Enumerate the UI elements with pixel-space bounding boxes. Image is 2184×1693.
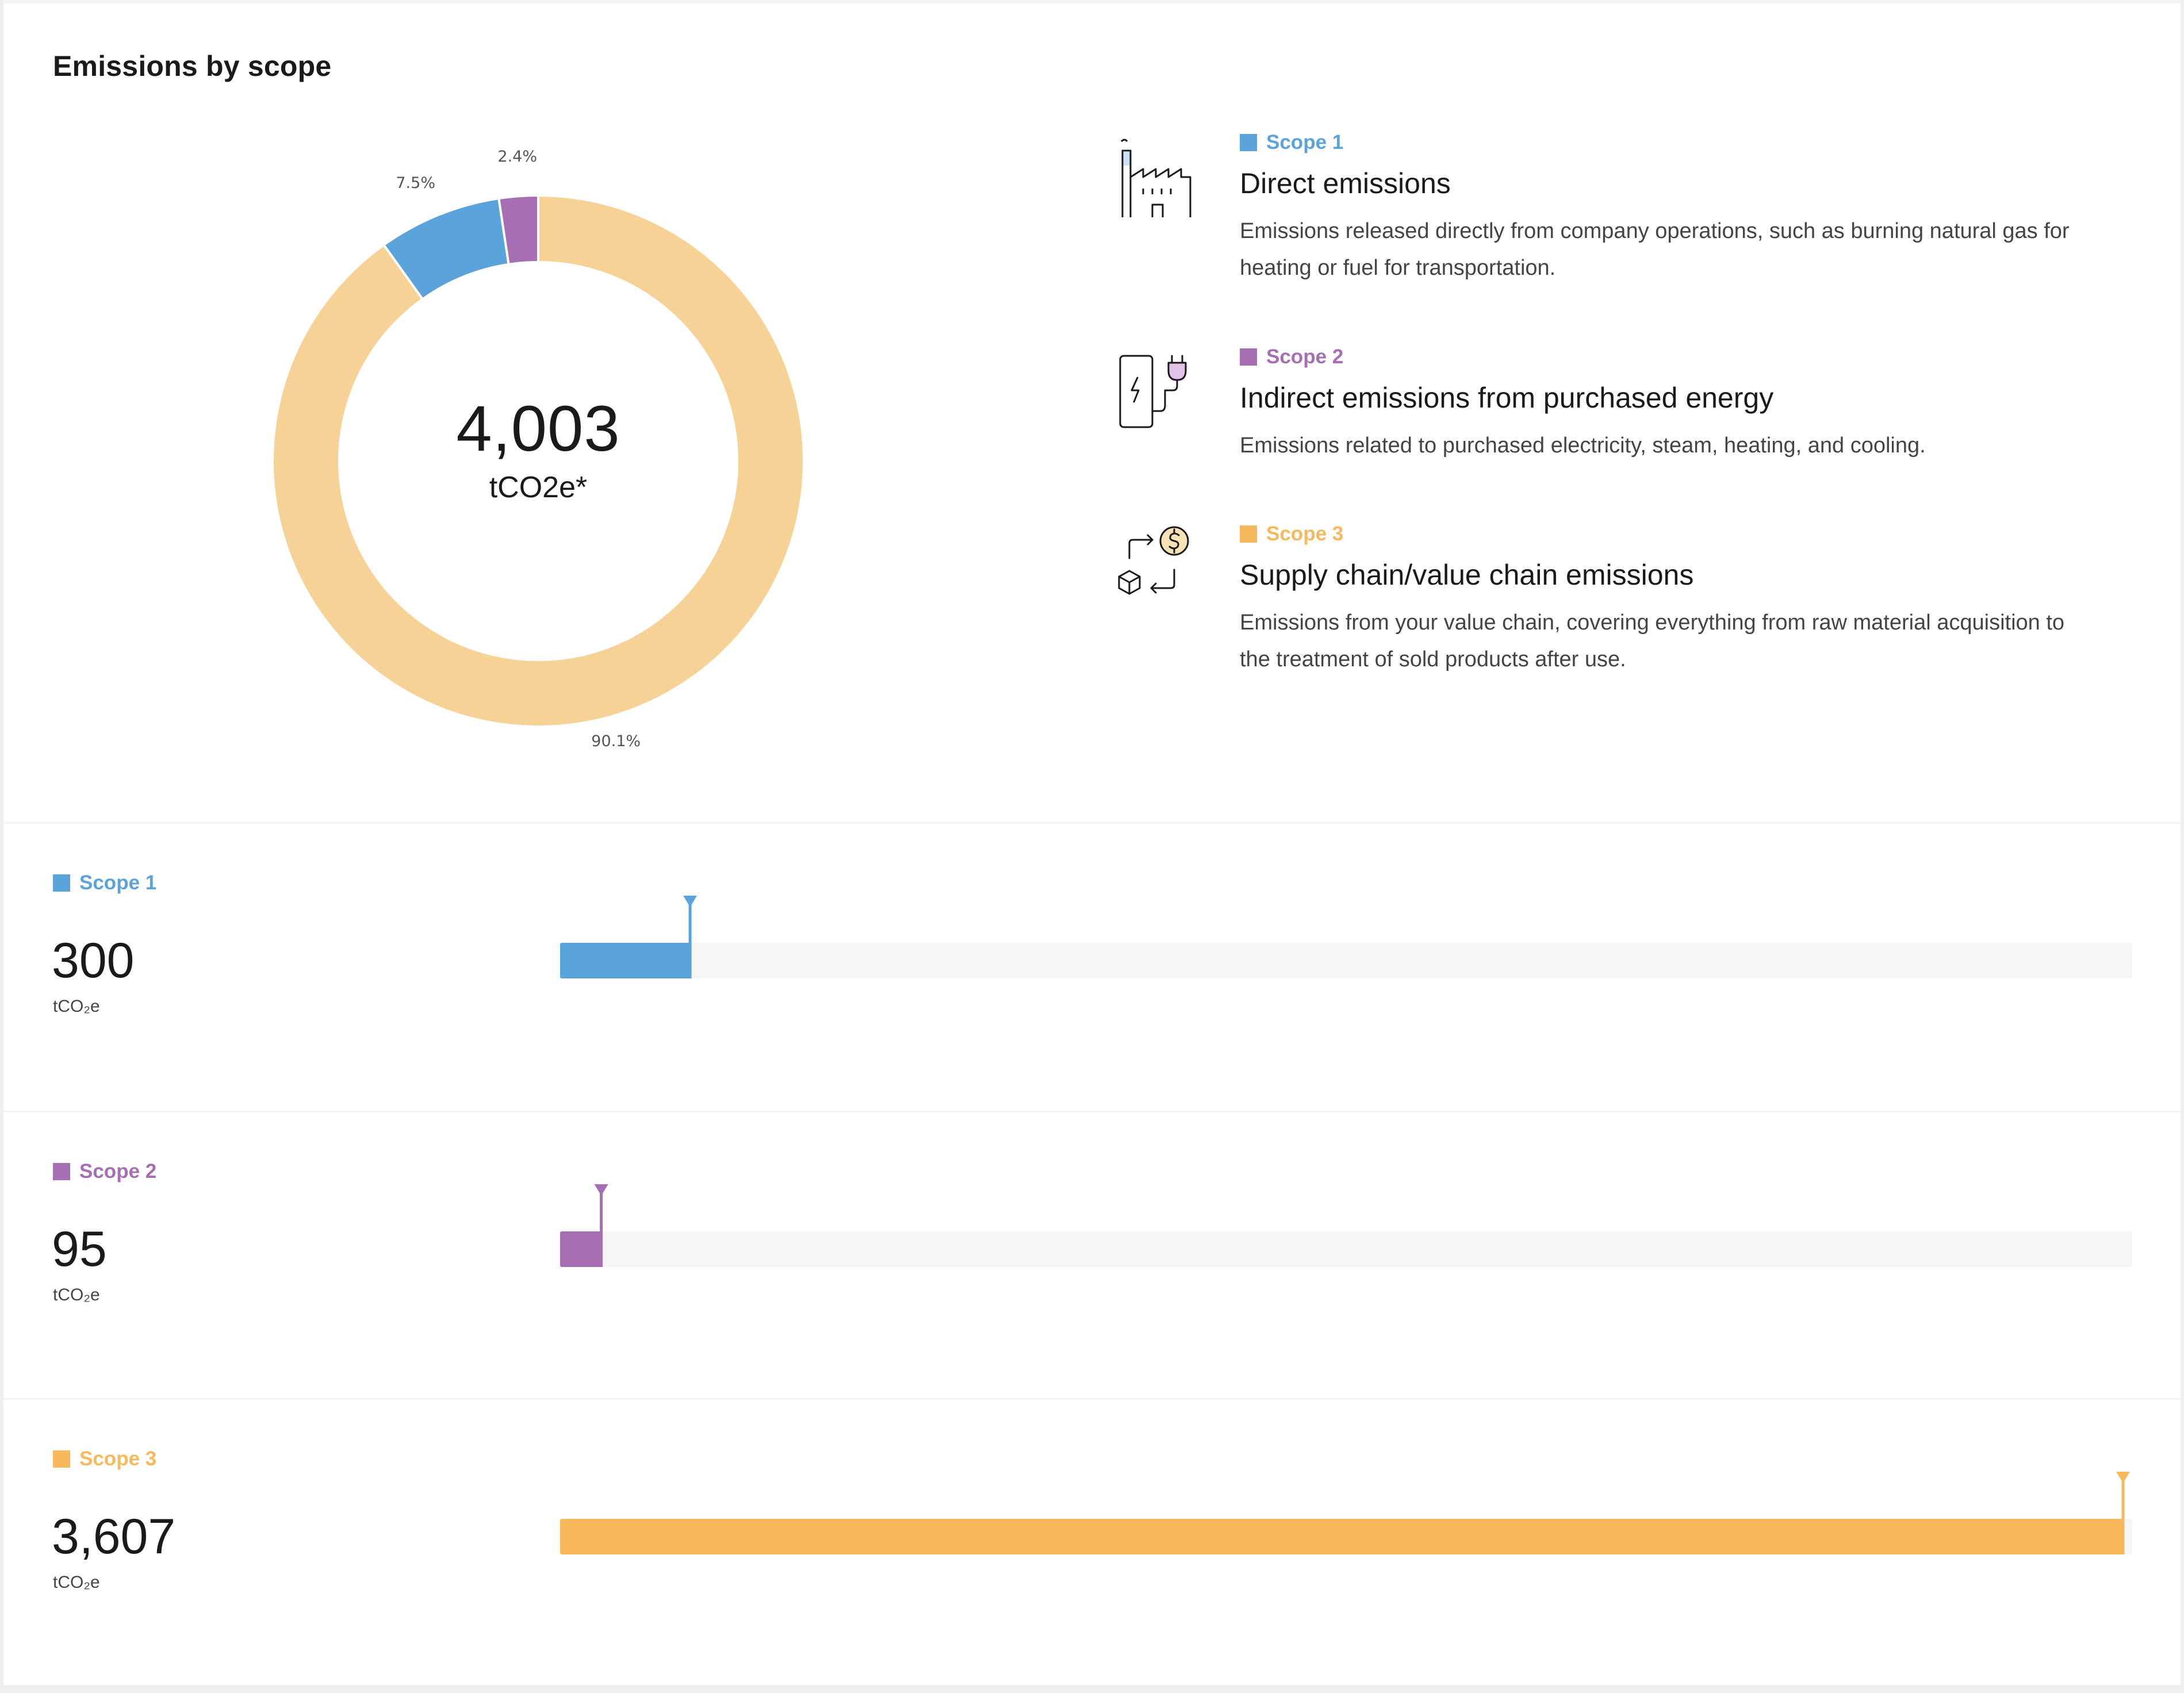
bar-unit: tCO₂e [53,997,100,1016]
bar-marker-icon [2116,1472,2130,1483]
legend-tag-scope-3: Scope 3 [1240,523,2079,546]
legend-tag-scope-2: Scope 2 [1240,345,2079,368]
section-divider [3,822,2181,824]
bar-value: 95 [52,1222,107,1277]
bar-value: 300 [52,933,135,988]
slice-label-scope-1: 7.5% [396,174,435,192]
donut-slice-scope-3 [271,194,805,728]
bar-chart-scope-3 [560,1472,2132,1554]
bar-chart-scope-1 [560,896,2132,978]
bar-swatch-scope-1 [53,874,70,892]
legend-swatch-scope-2 [1240,348,1257,366]
donut-chart [271,194,805,728]
bar-unit: tCO₂e [53,1573,100,1592]
bar-tag-label: Scope 3 [79,1448,157,1470]
bar-unit: tCO₂e [53,1285,100,1304]
bar-row-scope-3: Scope 3 3,607 tCO₂e [0,1448,2184,1693]
legend-description: Emissions related to purchased electrici… [1240,433,1926,458]
legend-description: Emissions released directly from company… [1240,219,2070,280]
bar-row-scope-2: Scope 2 95 tCO₂e [0,1160,2184,1448]
legend-tag-label: Scope 1 [1266,131,1344,153]
bar-tag-scope-1: Scope 1 [53,872,156,895]
legend-swatch-scope-3 [1240,525,1257,543]
bar-track [560,1231,2132,1267]
legend-tag-label: Scope 3 [1266,523,1344,545]
bar-value: 3,607 [52,1509,176,1564]
emissions-panel: Emissions by scope 4,003 tCO2e* 7.5% 2.4… [0,0,2184,1693]
slice-label-scope-2: 2.4% [497,148,537,166]
legend-description: Emissions from your value chain, coverin… [1240,611,2065,671]
bar-chart-scope-2 [560,1184,2132,1267]
legend-tag-scope-1: Scope 1 [1240,131,2079,154]
bar-tag-label: Scope 1 [79,872,157,894]
bar-fill [560,1519,2123,1554]
bar-tag-label: Scope 2 [79,1160,157,1183]
legend-heading: Direct emissions [1240,167,1451,199]
factory-icon [1120,139,1191,217]
bar-marker-icon [594,1184,608,1196]
bar-marker-icon [683,896,698,907]
bar-fill [560,1231,601,1267]
bar-tag-scope-3: Scope 3 [53,1448,156,1471]
supply-chain-icon [1118,526,1189,595]
charging-station-icon [1119,355,1187,428]
bar-swatch-scope-2 [53,1163,70,1180]
legend-heading: Indirect emissions from purchased energy [1240,382,1774,414]
bar-row-scope-1: Scope 1 300 tCO₂e [0,872,2184,1159]
legend-tag-label: Scope 2 [1266,345,1344,368]
bar-tag-scope-2: Scope 2 [53,1160,156,1183]
legend-swatch-scope-1 [1240,134,1257,151]
bar-fill [560,943,691,978]
bar-track [560,943,2132,978]
legend-heading: Supply chain/value chain emissions [1240,559,1694,591]
bar-swatch-scope-3 [53,1450,70,1468]
slice-label-scope-3: 90.1% [591,732,641,750]
